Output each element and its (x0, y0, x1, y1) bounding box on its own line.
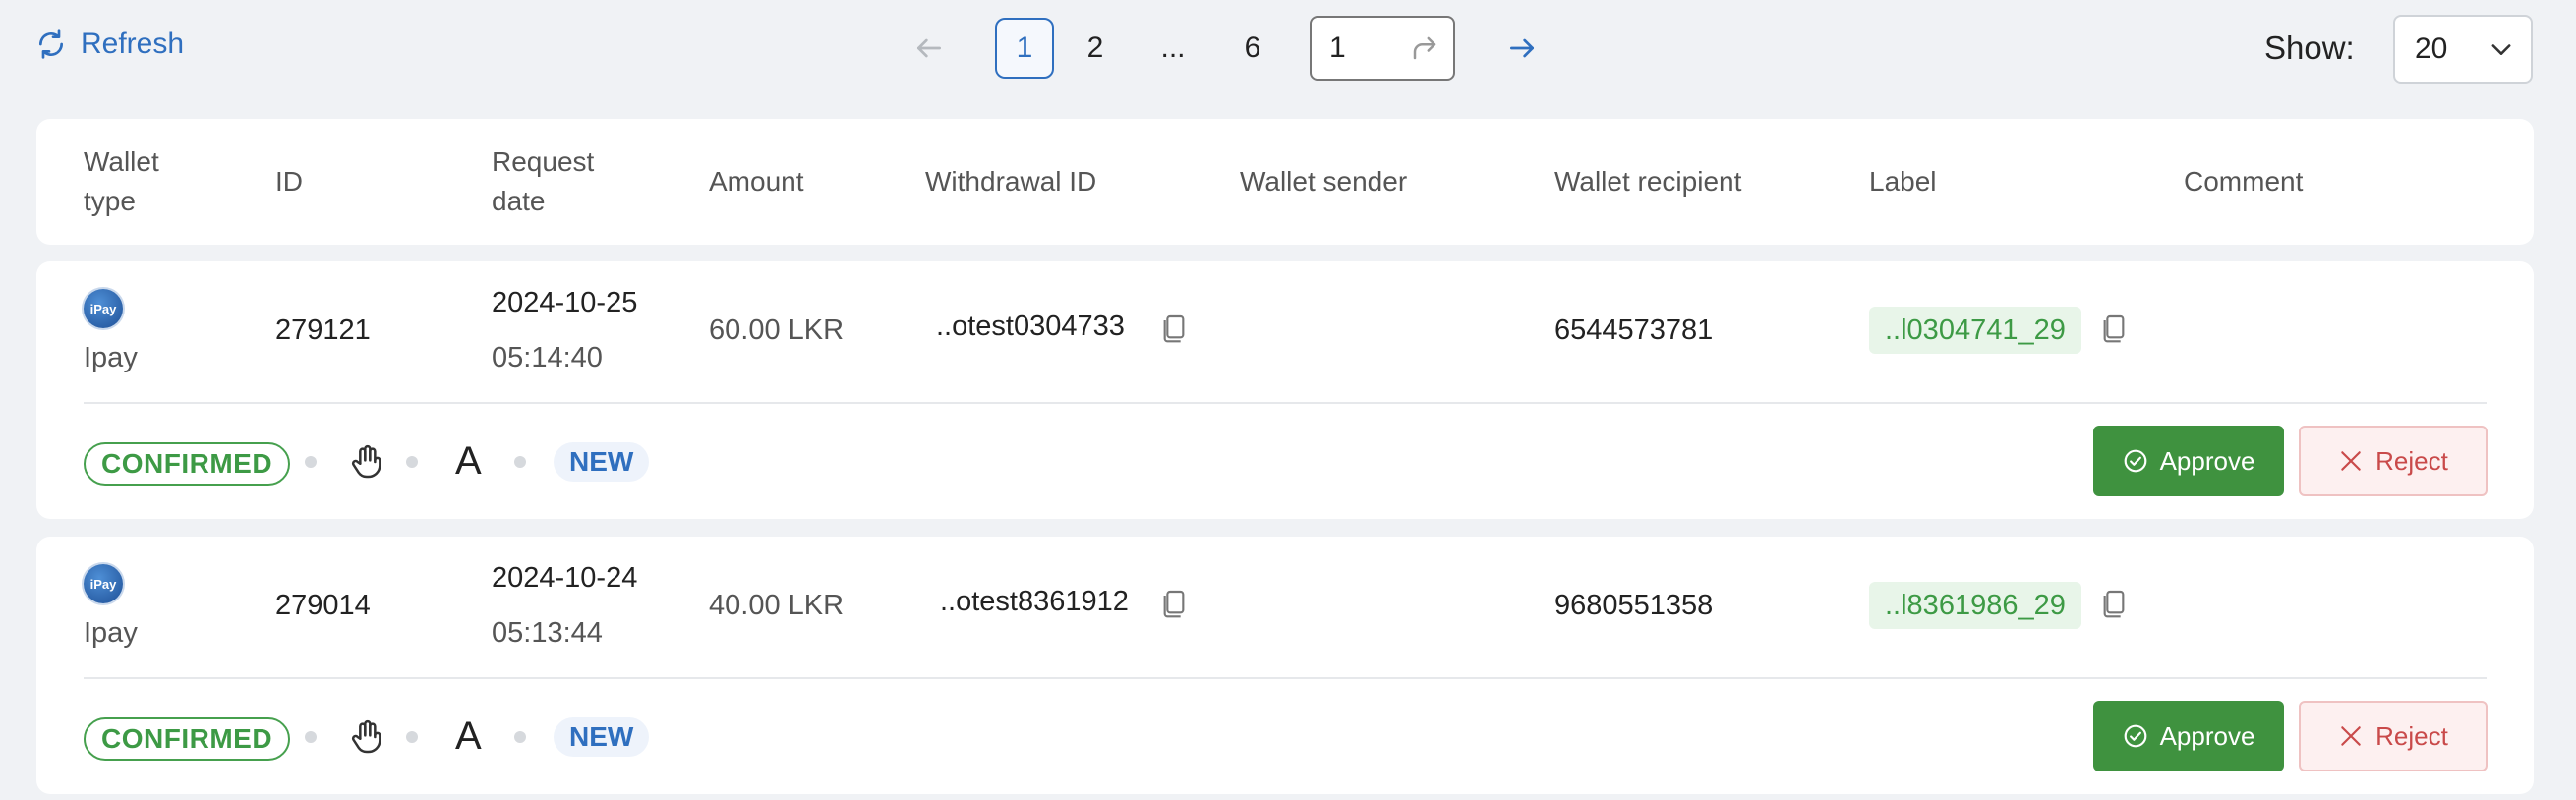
withdrawal-id: ..otest8361912 (940, 586, 1129, 617)
row-divider (84, 677, 2487, 679)
separator-dot (514, 456, 526, 468)
new-badge: NEW (554, 717, 650, 757)
page-number: 1 (1016, 31, 1033, 64)
column-header-label: Label (1869, 166, 1937, 197)
approve-label: Approve (2159, 720, 2255, 751)
chevron-down-icon (2491, 44, 2511, 55)
method-letter: A (455, 439, 482, 483)
copy-icon[interactable] (1160, 588, 1188, 619)
column-header-withdrawal-id: Withdrawal ID (925, 166, 1097, 197)
hand-icon (351, 444, 381, 479)
pagination: 1 2 ... 6 (890, 14, 1578, 83)
approve-button[interactable]: Approve (2093, 701, 2284, 771)
request-date: 2024-10-24 (492, 562, 638, 594)
wallet-logo-text: iPay (89, 301, 117, 316)
page-number: ... (1160, 31, 1186, 64)
close-icon (2341, 451, 2361, 471)
copy-icon[interactable] (2100, 588, 2128, 619)
refresh-label: Refresh (81, 28, 185, 60)
page-1-button[interactable]: 1 (995, 18, 1054, 79)
separator-dot (305, 731, 317, 743)
page-number: 2 (1086, 31, 1104, 64)
separator-dot (406, 731, 418, 743)
amount: 60.00 LKR (709, 314, 845, 346)
reject-label: Reject (2375, 720, 2448, 751)
ipay-logo-icon: iPay (84, 564, 123, 603)
column-header-comment: Comment (2184, 166, 2304, 197)
hand-icon (351, 719, 381, 754)
column-header-amount: Amount (709, 166, 804, 197)
page-jump-field (1310, 16, 1455, 81)
page-size-value: 20 (2415, 32, 2448, 65)
column-header-wallet-recipient: Wallet recipient (1554, 166, 1742, 197)
new-badge: NEW (554, 442, 650, 482)
page-ellipsis[interactable]: ... (1153, 18, 1193, 79)
request-date: 2024-10-25 (492, 287, 638, 318)
refresh-button[interactable]: Refresh (35, 28, 184, 61)
row-id: 279014 (275, 590, 371, 621)
request-time: 05:14:40 (492, 342, 603, 373)
wallet-recipient: 9680551358 (1554, 590, 1714, 621)
page-number: 6 (1244, 31, 1261, 64)
amount: 40.00 LKR (709, 590, 845, 621)
table-row[interactable]: iPay Ipay 279121 2024-10-25 05:14:40 60.… (36, 261, 2534, 519)
check-circle-icon (2124, 724, 2146, 748)
ipay-logo-icon: iPay (84, 289, 123, 328)
column-header-wallet-type: Wallet type (84, 146, 159, 216)
row-id: 279121 (275, 314, 371, 346)
copy-icon[interactable] (2100, 313, 2128, 344)
prev-page-button[interactable] (909, 18, 949, 79)
page-6-button[interactable]: 6 (1233, 18, 1272, 79)
redo-arrow-icon[interactable] (1410, 33, 1439, 63)
separator-dot (406, 456, 418, 468)
column-header-id: ID (275, 166, 303, 197)
wallet-type: Ipay (84, 617, 138, 649)
column-header-wallet-sender: Wallet sender (1240, 166, 1408, 197)
withdrawal-id: ..otest0304733 (936, 311, 1125, 342)
page-size-select[interactable]: 20 (2393, 15, 2533, 84)
separator-dot (305, 456, 317, 468)
request-time: 05:13:44 (492, 617, 603, 649)
table-header: Wallet type ID Request date Amount Withd… (36, 119, 2534, 245)
label-chip: ..l0304741_29 (1869, 307, 2081, 354)
reject-label: Reject (2375, 445, 2448, 476)
wallet-recipient: 6544573781 (1554, 314, 1714, 346)
status-badge: CONFIRMED (84, 442, 291, 486)
approve-label: Approve (2159, 445, 2255, 476)
approve-button[interactable]: Approve (2093, 426, 2284, 496)
status-badge: CONFIRMED (84, 717, 291, 761)
arrow-left-icon (917, 38, 941, 58)
arrow-right-icon (1510, 38, 1534, 58)
label-chip: ..l8361986_29 (1869, 582, 2081, 629)
method-letter: A (455, 714, 482, 758)
page-2-button[interactable]: 2 (1076, 18, 1115, 79)
page-jump-input[interactable] (1327, 30, 1400, 66)
wallet-logo-text: iPay (89, 576, 117, 592)
separator-dot (514, 731, 526, 743)
copy-icon[interactable] (1160, 313, 1188, 344)
refresh-icon (39, 29, 63, 59)
reject-button[interactable]: Reject (2299, 426, 2488, 496)
show-label: Show: (2264, 29, 2355, 66)
close-icon (2341, 726, 2361, 746)
check-circle-icon (2124, 449, 2146, 473)
table-row[interactable]: iPay Ipay 279014 2024-10-24 05:13:44 40.… (36, 537, 2534, 794)
next-page-button[interactable] (1502, 18, 1542, 79)
row-divider (84, 402, 2487, 404)
toolbar: Refresh 1 2 ... 6 1 Show: 20 (0, 0, 2576, 98)
reject-button[interactable]: Reject (2299, 701, 2488, 771)
wallet-type: Ipay (84, 342, 138, 373)
column-header-request-date: Request date (492, 146, 595, 216)
